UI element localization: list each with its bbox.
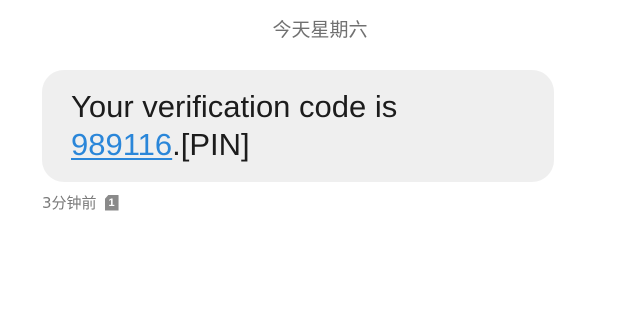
verification-code-link[interactable]: 989116 [71, 127, 172, 162]
incoming-message-bubble[interactable]: Your verification code is 989116.[PIN] [42, 70, 554, 182]
sms-conversation-screen: 今天星期六 Your verification code is 989116.[… [0, 0, 640, 327]
message-timestamp: 3分钟前 [42, 194, 97, 212]
message-text-line-1: Your verification code is [71, 89, 398, 124]
message-text-line-2: 989116.[PIN] [71, 126, 554, 164]
message-meta: 3分钟前 1 [42, 192, 119, 213]
date-separator: 今天星期六 [272, 19, 368, 41]
message-suffix: .[PIN] [172, 127, 250, 162]
sim-card-icon: 1 [104, 194, 119, 211]
